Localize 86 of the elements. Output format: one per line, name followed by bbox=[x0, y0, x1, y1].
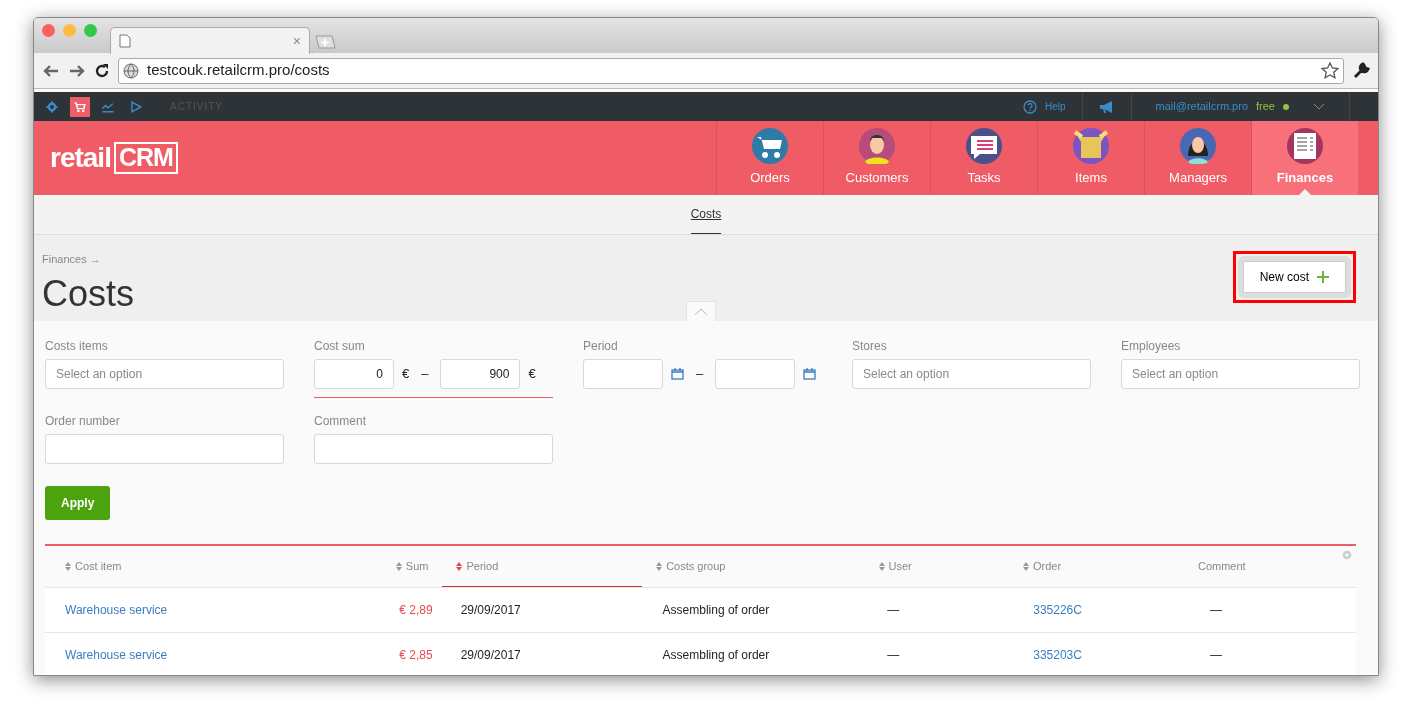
document-icon bbox=[1287, 127, 1323, 164]
input-field[interactable] bbox=[45, 434, 284, 464]
sub-tab[interactable]: Costs bbox=[690, 205, 722, 234]
address-bar[interactable]: testcouk.retailcrm.pro/costs bbox=[118, 57, 1344, 84]
sort-icon bbox=[878, 562, 885, 571]
select-field[interactable]: Select an option bbox=[45, 359, 284, 389]
cart-icon[interactable] bbox=[70, 96, 90, 117]
table-cell-text: — bbox=[887, 602, 901, 619]
nav-tab[interactable]: Finances bbox=[1251, 121, 1358, 195]
table-cell-text: € 2,89 bbox=[398, 602, 433, 619]
table-link[interactable]: Warehouse service bbox=[65, 648, 168, 662]
field-label: Cost sum bbox=[314, 338, 366, 355]
browser-tab[interactable]: × bbox=[110, 27, 310, 54]
back-icon[interactable] bbox=[42, 62, 60, 79]
table-link[interactable]: Warehouse service bbox=[65, 603, 168, 617]
nav-tab[interactable]: Customers bbox=[823, 121, 930, 195]
table-cell-text: Assembling of order bbox=[662, 647, 771, 664]
sort-icon bbox=[395, 562, 402, 571]
calendar-icon[interactable] bbox=[671, 368, 684, 380]
field-label: Stores bbox=[852, 338, 888, 355]
chevron-up-icon bbox=[694, 307, 708, 316]
megaphone-icon[interactable] bbox=[1098, 99, 1115, 114]
field-label: Period bbox=[583, 338, 619, 355]
table-cell-text: Assembling of order bbox=[662, 602, 771, 619]
field-label: Order number bbox=[45, 413, 121, 430]
cart-icon bbox=[752, 127, 788, 164]
sort-icon bbox=[456, 561, 463, 571]
reload-icon[interactable] bbox=[94, 62, 110, 79]
close-tab-button[interactable]: × bbox=[292, 30, 301, 52]
input-field[interactable] bbox=[314, 434, 553, 464]
nav-tab[interactable]: Orders bbox=[716, 121, 823, 195]
forward-icon[interactable] bbox=[68, 62, 86, 79]
input-field[interactable]: 0 bbox=[314, 359, 394, 389]
plus-icon bbox=[1317, 271, 1329, 283]
bookmark-star-icon[interactable] bbox=[1321, 61, 1339, 80]
table-link[interactable]: 335226C bbox=[1033, 603, 1082, 617]
date-field[interactable] bbox=[715, 359, 796, 389]
column-header[interactable]: Period bbox=[442, 546, 643, 587]
currency-label: € bbox=[402, 365, 410, 384]
column-header[interactable]: Comment bbox=[1183, 546, 1343, 587]
sort-icon bbox=[65, 562, 71, 571]
close-window-button[interactable] bbox=[42, 24, 55, 37]
column-header[interactable]: Order bbox=[1008, 546, 1184, 587]
range-dash: – bbox=[696, 365, 704, 384]
input-field[interactable]: 900 bbox=[440, 359, 521, 389]
field-label: Costs items bbox=[45, 338, 109, 355]
help-link[interactable]: Help bbox=[1045, 99, 1066, 114]
table-link[interactable]: 335203C bbox=[1033, 648, 1082, 662]
select-field[interactable]: Select an option bbox=[852, 359, 1091, 389]
chevron-down-icon[interactable] bbox=[1313, 103, 1325, 112]
wrench-icon[interactable] bbox=[1352, 61, 1370, 80]
date-field[interactable] bbox=[583, 359, 663, 389]
nav-tab[interactable]: Tasks bbox=[930, 121, 1037, 195]
table-cell-text: € 2,85 bbox=[398, 647, 433, 664]
page-title: Costs bbox=[42, 275, 135, 312]
table-cell-text: — bbox=[1210, 647, 1224, 664]
help-icon bbox=[1023, 99, 1037, 114]
field-label: Employees bbox=[1121, 338, 1182, 355]
table-cell-text: — bbox=[887, 647, 901, 664]
table-cell-text: 29/09/2017 bbox=[460, 647, 522, 664]
page-icon bbox=[119, 34, 131, 48]
status-dot-icon bbox=[1283, 103, 1289, 110]
table-cell-text: — bbox=[1210, 602, 1224, 619]
calendar-icon[interactable] bbox=[803, 368, 817, 380]
plan-label: free bbox=[1256, 99, 1275, 115]
person-icon bbox=[1180, 127, 1216, 164]
range-dash: – bbox=[421, 365, 429, 384]
retailcrm-logo[interactable]: retail CRM bbox=[50, 137, 178, 179]
column-header[interactable]: User bbox=[864, 546, 1009, 587]
table-cell-text: 29/09/2017 bbox=[460, 602, 522, 619]
column-header[interactable]: Costs group bbox=[642, 546, 865, 587]
chat-icon bbox=[966, 127, 1002, 164]
sort-icon bbox=[1022, 562, 1029, 571]
column-header[interactable]: Sum bbox=[377, 546, 429, 587]
account-email[interactable]: mail@retailcrm.pro bbox=[1155, 98, 1249, 115]
currency-label: € bbox=[528, 365, 536, 384]
person-icon bbox=[859, 127, 895, 164]
field-label: Comment bbox=[314, 413, 367, 430]
apply-button[interactable]: Apply bbox=[45, 486, 111, 520]
globe-icon bbox=[123, 62, 139, 79]
select-field[interactable]: Select an option bbox=[1121, 359, 1360, 389]
sort-icon bbox=[656, 562, 663, 571]
column-header[interactable]: Cost item bbox=[45, 546, 378, 587]
new-tab-button[interactable] bbox=[314, 35, 336, 49]
nav-tab[interactable]: Items bbox=[1037, 121, 1144, 195]
box-icon bbox=[1073, 127, 1109, 164]
